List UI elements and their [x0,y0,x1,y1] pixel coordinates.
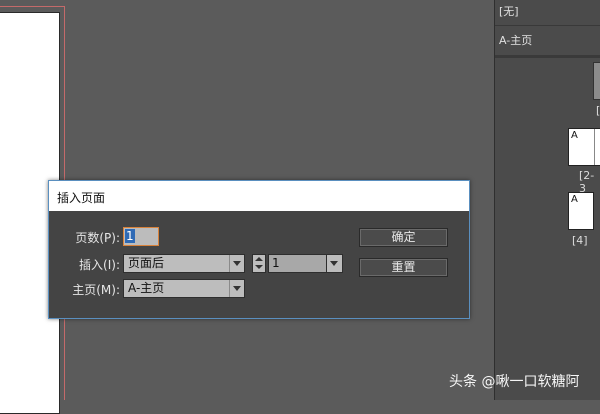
dialog-title: 插入页面 [57,191,106,205]
a-master-item[interactable]: A-主页 [499,32,532,48]
bleed-guide-top [0,6,64,7]
panel-section-divider[interactable] [495,55,600,58]
master-select[interactable]: A-主页 [123,279,245,298]
watermark-text: 头条 @啾一口软糖阿 [449,374,580,390]
chevron-down-icon[interactable] [229,255,244,272]
chevron-down-icon[interactable] [229,280,244,297]
page-4-label: [4] [572,234,588,247]
insert-page-number-input[interactable]: 1 [268,254,328,273]
page-number-label: [ [596,104,600,117]
master-letter: A [571,194,578,205]
page-number-stepper[interactable] [252,254,266,273]
pages-label: 页数(P): [75,231,120,245]
page-thumbnail-4[interactable]: A [568,192,594,230]
panel-divider [495,25,600,26]
insert-page-number-value: 1 [272,256,280,270]
spread-divider [594,129,595,165]
chevron-down-icon[interactable] [326,254,343,273]
insert-position-select[interactable]: 页面后 [123,254,245,273]
reset-button[interactable]: 重置 [359,258,448,277]
spread-thumbnail[interactable]: A [568,128,600,166]
pages-input[interactable]: 1 [123,227,159,246]
insert-position-value: 页面后 [128,256,165,270]
arrow-down-icon[interactable] [255,265,263,269]
insert-label: 插入(I): [79,258,120,272]
none-master-item[interactable]: [无] [499,3,519,19]
master-label: 主页(M): [72,283,120,297]
pages-panel: [无] A-主页 [ A [2-3 A [4] [494,0,600,400]
dialog-title-bar[interactable]: 插入页面 [49,181,469,211]
insert-pages-dialog: 插入页面 页数(P): 1 插入(I): 页面后 1 主页(M): A-主页 确… [48,180,470,319]
page-thumbnail[interactable] [593,62,600,100]
master-value: A-主页 [128,281,165,295]
arrow-up-icon[interactable] [255,257,263,261]
master-letter: A [571,130,578,141]
pages-value: 1 [125,229,135,243]
ok-button[interactable]: 确定 [359,228,448,247]
